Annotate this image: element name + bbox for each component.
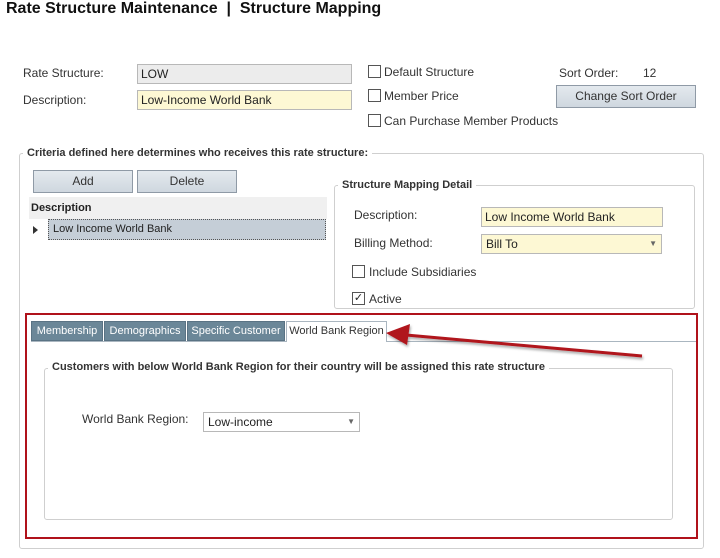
detail-description-label: Description:: [354, 208, 418, 222]
include-subsidiaries-label: Include Subsidiaries: [369, 265, 477, 279]
row-indicator-icon: [33, 226, 38, 234]
default-structure-checkbox[interactable]: [368, 65, 381, 78]
billing-method-select[interactable]: Bill To ▼: [481, 234, 662, 254]
description-field[interactable]: Low-Income World Bank: [137, 90, 352, 110]
can-purchase-checkbox[interactable]: [368, 114, 381, 127]
change-sort-order-button[interactable]: Change Sort Order: [556, 85, 696, 108]
description-label: Description:: [23, 93, 87, 107]
member-price-label: Member Price: [384, 89, 459, 103]
include-subsidiaries-checkbox[interactable]: [352, 265, 365, 278]
criteria-legend: Criteria defined here determines who rec…: [23, 147, 373, 159]
rate-structure-field[interactable]: LOW: [137, 64, 352, 84]
grid-row[interactable]: Low Income World Bank: [48, 219, 326, 240]
grid-header-description: Description: [29, 197, 327, 219]
billing-method-value: Bill To: [486, 237, 518, 251]
delete-button[interactable]: Delete: [137, 170, 237, 193]
sort-order-value: 12: [643, 66, 657, 80]
chevron-down-icon: ▼: [649, 239, 657, 248]
rate-structure-label: Rate Structure:: [23, 66, 104, 80]
page-title: Rate Structure Maintenance | Structure M…: [6, 0, 382, 17]
active-checkbox[interactable]: ✓: [352, 292, 365, 305]
billing-method-label: Billing Method:: [354, 236, 433, 250]
default-structure-label: Default Structure: [384, 65, 475, 79]
active-label: Active: [369, 292, 402, 306]
can-purchase-label: Can Purchase Member Products: [384, 114, 559, 128]
sort-order-label: Sort Order:: [559, 66, 619, 80]
add-button[interactable]: Add: [33, 170, 133, 193]
member-price-checkbox[interactable]: [368, 89, 381, 102]
detail-description-field[interactable]: Low Income World Bank: [481, 207, 663, 227]
detail-legend: Structure Mapping Detail: [338, 179, 477, 191]
annotation-arrow: [386, 324, 643, 358]
